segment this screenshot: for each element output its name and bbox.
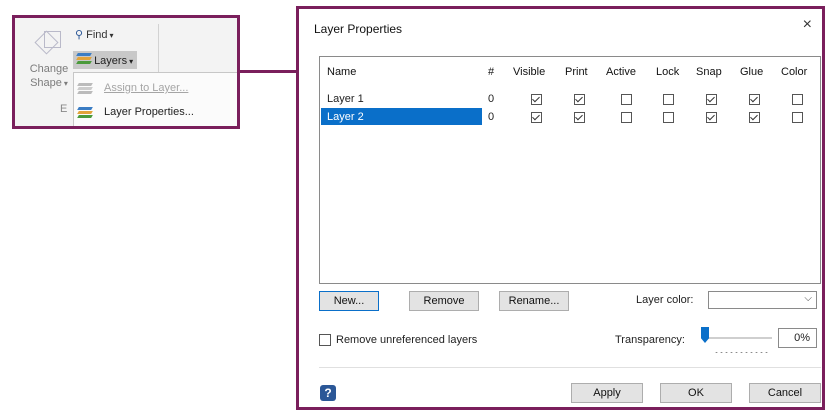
layers-table: Name # Visible Print Active Lock Snap Gl… [319,56,821,284]
chevron-down-icon: ⌵ [804,293,812,304]
row-1-print-checkbox[interactable] [574,94,585,105]
close-icon[interactable]: × [803,16,812,34]
layer-properties-dialog: Layer Properties × Name # Visible Print … [296,6,825,410]
col-header-snap[interactable]: Snap [696,66,722,78]
row-2-print-checkbox[interactable] [574,112,585,123]
search-icon: ⚲ [75,29,84,41]
row-1-glue-checkbox[interactable] [749,94,760,105]
row-2-lock-checkbox[interactable] [663,112,674,123]
col-header-visible[interactable]: Visible [513,66,545,78]
row-2-name: Layer 2 [327,111,364,123]
row-1-name: Layer 1 [327,93,364,105]
col-header-count[interactable]: # [488,66,494,78]
transparency-slider-ticks [714,351,769,354]
transparency-label: Transparency: [615,334,685,346]
find-label: Find [86,29,108,41]
layers-icon [76,53,92,64]
rename-button-label: Rename... [508,295,560,307]
ribbon-crop: Change Shape ▾ ⚲ Find ▾ Layers ▾ E Assign t… [12,15,240,129]
layers-button[interactable]: Layers ▾ [73,51,138,69]
row-1-count: 0 [488,93,495,105]
remove-button[interactable]: Remove [409,291,479,311]
row-2-snap-checkbox[interactable] [706,112,717,123]
cancel-button[interactable]: Cancel [749,383,821,403]
layers-dropdown-menu: Assign to Layer... Layer Properties... [73,72,237,126]
layers-label: Layers [94,55,128,67]
apply-button[interactable]: Apply [571,383,643,403]
change-shape-label-2: Shape ▾ [30,77,68,89]
callout-connector [239,70,297,73]
row-1-active-checkbox[interactable] [621,94,632,105]
row-2-count: 0 [488,111,495,123]
menu-item-layer-properties[interactable]: Layer Properties... [77,102,194,122]
change-shape-button[interactable]: Change Shape ▾ [25,30,73,100]
change-shape-icon [34,30,62,56]
help-icon[interactable]: ? [320,385,336,401]
layer-properties-icon [77,106,93,118]
remove-unreferenced-label: Remove unreferenced layers [336,334,478,346]
group-label: E [60,103,68,115]
transparency-slider-thumb[interactable] [701,327,709,343]
layer-color-select[interactable]: ⌵ [708,291,817,309]
dialog-title: Layer Properties [314,22,403,36]
col-header-lock[interactable]: Lock [656,66,679,78]
row-2-visible-checkbox[interactable] [531,112,542,123]
ok-button[interactable]: OK [660,383,732,403]
assign-layer-icon [77,82,93,94]
change-shape-label-1: Change [29,63,69,75]
rename-button[interactable]: Rename... [499,291,569,311]
row-1-color-checkbox[interactable] [792,94,803,105]
transparency-slider-track[interactable] [704,337,772,339]
row-2-active-checkbox[interactable] [621,112,632,123]
remove-button-label: Remove [423,295,465,307]
ok-button-label: OK [688,387,704,399]
footer-divider [319,367,821,368]
apply-button-label: Apply [593,387,621,399]
col-header-color[interactable]: Color [781,66,807,78]
layer-properties-label: Layer Properties... [104,106,194,118]
col-header-active[interactable]: Active [606,66,636,78]
new-button-label: New... [333,295,365,307]
new-button[interactable]: New... [319,291,379,311]
col-header-print[interactable]: Print [565,66,588,78]
assign-to-layer-label: Assign to Layer... [104,82,189,94]
row-1-snap-checkbox[interactable] [706,94,717,105]
menu-item-assign-to-layer[interactable]: Assign to Layer... [77,78,189,98]
row-1-lock-checkbox[interactable] [663,94,674,105]
row-1-visible-checkbox[interactable] [531,94,542,105]
row-2-glue-checkbox[interactable] [749,112,760,123]
col-header-glue[interactable]: Glue [740,66,763,78]
transparency-input[interactable]: 0% [778,328,817,348]
remove-unreferenced-checkbox[interactable] [319,334,331,346]
find-button[interactable]: ⚲ Find ▾ [75,28,114,41]
cancel-button-label: Cancel [767,387,803,399]
layer-color-label: Layer color: [636,294,694,306]
col-header-name[interactable]: Name [327,66,356,78]
row-2-color-checkbox[interactable] [792,112,803,123]
